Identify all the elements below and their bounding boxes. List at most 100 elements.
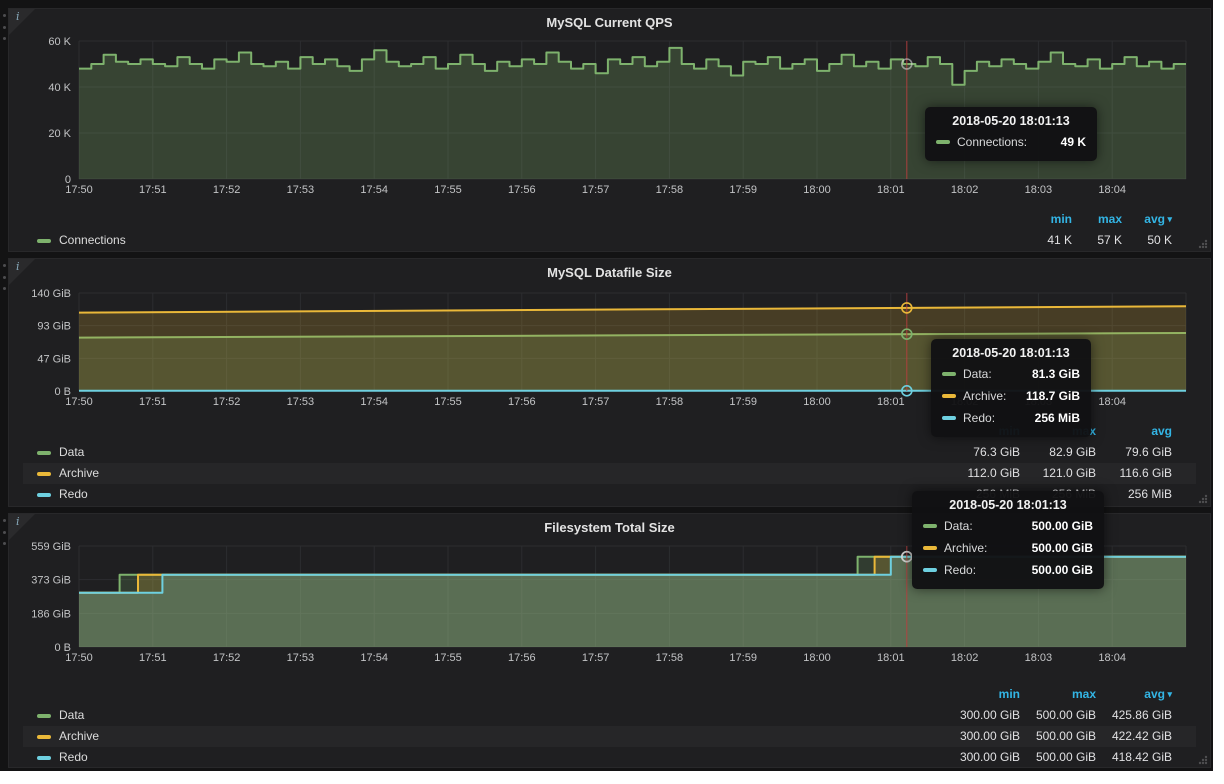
- panel-title[interactable]: MySQL Current QPS: [9, 15, 1210, 30]
- panel-resize-grip[interactable]: [1196, 753, 1208, 765]
- legend-row-redo: Redo300.00 GiB500.00 GiB418.42 GiB: [23, 747, 1196, 768]
- x-axis-tick: 18:04: [1098, 184, 1126, 196]
- stats-header-avg[interactable]: avg ▾: [1096, 684, 1172, 705]
- x-axis-tick: 17:55: [434, 396, 462, 408]
- x-axis-tick: 17:54: [360, 184, 388, 196]
- stat-max-value: 57 K: [1072, 230, 1122, 251]
- x-axis-tick: 17:56: [508, 184, 536, 196]
- tooltip-timestamp: 2018-05-20 18:01:13: [936, 114, 1086, 128]
- legend-stats-header: minmaxavg ▾: [23, 684, 1196, 705]
- x-axis-tick: 18:00: [803, 184, 831, 196]
- y-axis-tick: 40 K: [48, 82, 71, 94]
- legend-series-archive[interactable]: Archive: [37, 463, 99, 484]
- info-icon[interactable]: i: [16, 515, 20, 528]
- row-drag-handle[interactable]: [1, 517, 7, 547]
- tooltip-qps: 2018-05-20 18:01:13 Connections:49 K: [925, 107, 1097, 161]
- x-axis-tick: 18:01: [877, 184, 905, 196]
- y-axis-tick: 186 GiB: [31, 608, 71, 620]
- legend-series-data[interactable]: Data: [37, 705, 84, 726]
- stats-header-avg[interactable]: avg ▾: [1122, 209, 1172, 230]
- legend-series-label: Redo: [59, 747, 88, 768]
- tooltip-series-label: Redo:: [963, 411, 995, 425]
- stat-min-value: 300.00 GiB: [944, 726, 1020, 747]
- stats-header-min[interactable]: min: [944, 684, 1020, 705]
- legend-block: minmaxavg ▾Data300.00 GiB500.00 GiB425.8…: [9, 684, 1210, 768]
- grafana-dashboard: i MySQL Current QPS 020 K40 K60 K17:5017…: [0, 0, 1213, 771]
- tooltip-series-row: Archive:500.00 GiB: [923, 537, 1093, 559]
- series-color-dash-icon: [923, 568, 937, 572]
- x-axis-tick: 17:50: [65, 184, 93, 196]
- stat-avg-value: 256 MiB: [1096, 484, 1172, 505]
- stat-max-value: 500.00 GiB: [1020, 726, 1096, 747]
- stats-header-min[interactable]: min: [1022, 209, 1072, 230]
- x-axis-tick: 17:52: [213, 396, 241, 408]
- stat-avg-value: 116.6 GiB: [1096, 463, 1172, 484]
- x-axis-tick: 17:50: [65, 652, 93, 664]
- legend-series-redo[interactable]: Redo: [37, 747, 88, 768]
- tooltip-series-value: 500.00 GiB: [1014, 519, 1093, 533]
- legend-series-label: Archive: [59, 463, 99, 484]
- row-drag-handle[interactable]: [1, 12, 7, 42]
- stat-min-value: 300.00 GiB: [944, 747, 1020, 768]
- tooltip-series-label: Archive:: [963, 389, 1006, 403]
- series-color-dash-icon: [37, 756, 51, 760]
- x-axis-tick: 18:03: [1025, 184, 1053, 196]
- series-color-dash-icon: [37, 472, 51, 476]
- legend-series-archive[interactable]: Archive: [37, 726, 99, 747]
- tooltip-series-value: 49 K: [1043, 135, 1086, 149]
- x-axis-tick: 17:59: [729, 652, 757, 664]
- x-axis-tick: 17:54: [360, 396, 388, 408]
- series-color-dash-icon: [37, 735, 51, 739]
- legend-stats-header: minmaxavg ▾: [23, 209, 1196, 230]
- legend-row-archive: Archive112.0 GiB121.0 GiB116.6 GiB: [23, 463, 1196, 484]
- stats-header-max[interactable]: max: [1020, 684, 1096, 705]
- legend-row-data: Data76.3 GiB82.9 GiB79.6 GiB: [23, 442, 1196, 463]
- legend-row-data: Data300.00 GiB500.00 GiB425.86 GiB: [23, 705, 1196, 726]
- legend-series-label: Archive: [59, 726, 99, 747]
- tooltip-series-row: Connections:49 K: [936, 131, 1086, 153]
- legend-row-archive: Archive300.00 GiB500.00 GiB422.42 GiB: [23, 726, 1196, 747]
- tooltip-series-value: 500.00 GiB: [1014, 563, 1093, 577]
- legend-series-data[interactable]: Data: [37, 442, 84, 463]
- y-axis-tick: 559 GiB: [31, 541, 71, 553]
- x-axis-tick: 18:04: [1098, 652, 1126, 664]
- x-axis-tick: 17:51: [139, 184, 167, 196]
- stats-header-avg[interactable]: avg: [1096, 421, 1172, 442]
- x-axis-tick: 18:01: [877, 396, 905, 408]
- x-axis-tick: 17:58: [656, 396, 684, 408]
- x-axis-tick: 17:58: [656, 184, 684, 196]
- legend-series-connections[interactable]: Connections: [37, 230, 126, 251]
- info-icon[interactable]: i: [16, 260, 20, 273]
- panel-title[interactable]: MySQL Datafile Size: [9, 265, 1210, 280]
- x-axis-tick: 18:02: [951, 184, 979, 196]
- row-drag-handle[interactable]: [1, 262, 7, 292]
- x-axis-tick: 17:56: [508, 396, 536, 408]
- stat-min-value: 300.00 GiB: [944, 705, 1020, 726]
- panel-resize-grip[interactable]: [1196, 237, 1208, 249]
- x-axis-tick: 17:55: [434, 184, 462, 196]
- x-axis-tick: 17:52: [213, 652, 241, 664]
- series-color-dash-icon: [37, 239, 51, 243]
- x-axis-tick: 18:02: [951, 652, 979, 664]
- tooltip-series-value: 118.7 GiB: [1008, 389, 1080, 403]
- x-axis-tick: 18:00: [803, 652, 831, 664]
- tooltip-series-row: Data:81.3 GiB: [942, 363, 1080, 385]
- y-axis-tick: 60 K: [48, 36, 71, 48]
- stat-avg-value: 425.86 GiB: [1096, 705, 1172, 726]
- tooltip-filesystem: 2018-05-20 18:01:13 Data:500.00 GiBArchi…: [912, 491, 1104, 589]
- sort-caret-icon: ▾: [1165, 689, 1172, 699]
- panel-resize-grip[interactable]: [1196, 492, 1208, 504]
- legend-series-redo[interactable]: Redo: [37, 484, 88, 505]
- x-axis-tick: 17:59: [729, 184, 757, 196]
- legend-series-label: Connections: [59, 230, 126, 251]
- tooltip-series-label: Data:: [963, 367, 992, 381]
- series-color-dash-icon: [923, 524, 937, 528]
- series-color-dash-icon: [37, 714, 51, 718]
- tooltip-series-row: Redo:256 MiB: [942, 407, 1080, 429]
- tooltip-series-row: Archive:118.7 GiB: [942, 385, 1080, 407]
- stats-header-max[interactable]: max: [1072, 209, 1122, 230]
- info-icon[interactable]: i: [16, 10, 20, 23]
- x-axis-tick: 17:57: [582, 396, 610, 408]
- y-axis-tick: 140 GiB: [31, 288, 71, 300]
- x-axis-tick: 17:53: [287, 652, 315, 664]
